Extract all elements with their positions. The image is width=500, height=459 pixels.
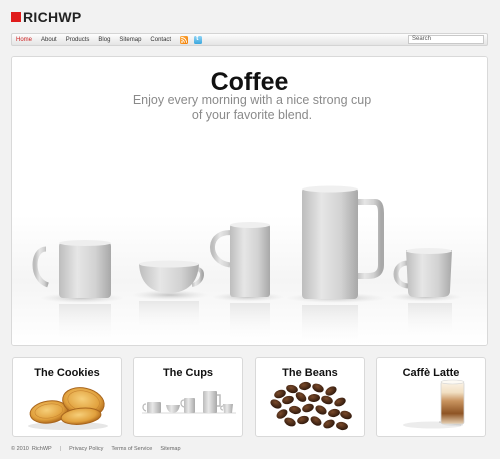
rss-icon[interactable] bbox=[180, 35, 189, 44]
cookies-image bbox=[28, 387, 108, 430]
nav-products[interactable]: Products bbox=[66, 37, 90, 43]
hero-subtitle: Enjoy every morning with a nice strong c… bbox=[102, 93, 402, 123]
hero-subtitle-line-1: Enjoy every morning with a nice strong c… bbox=[132, 93, 372, 107]
cups-image bbox=[142, 391, 236, 414]
feature-cups[interactable]: The Cups bbox=[133, 357, 243, 437]
hero-subtitle-line-2: of your favorite blend. bbox=[191, 108, 313, 122]
nav-contact[interactable]: Contact bbox=[150, 37, 171, 43]
feature-cookies[interactable]: The Cookies bbox=[12, 357, 122, 437]
hero-banner: Coffee Enjoy every morning with a nice s… bbox=[11, 56, 488, 346]
small-cup bbox=[390, 248, 462, 337]
footer-terms-link[interactable]: Terms of Service bbox=[111, 446, 152, 452]
mug-1 bbox=[32, 240, 124, 342]
logo-mark bbox=[11, 12, 21, 22]
tall-mug bbox=[210, 222, 284, 341]
logo[interactable]: RICHWP bbox=[11, 9, 82, 25]
twitter-icon[interactable]: t bbox=[194, 35, 203, 44]
footer-brand: RichWP bbox=[31, 446, 52, 452]
main-nav: Home About Products Blog Sitemap Contact… bbox=[11, 33, 488, 46]
nav-home[interactable]: Home bbox=[16, 37, 32, 43]
feature-caffe-latte[interactable]: Caffè Latte bbox=[376, 357, 486, 437]
search-input[interactable]: Search bbox=[408, 35, 484, 44]
latte-glass-image bbox=[403, 379, 465, 429]
footer-sitemap-link[interactable]: Sitemap bbox=[160, 446, 180, 452]
logo-text: RICHWP bbox=[23, 9, 82, 25]
footer-separator: | bbox=[59, 446, 62, 452]
large-stein bbox=[286, 185, 386, 345]
feature-beans[interactable]: The Beans bbox=[255, 357, 365, 437]
espresso-cup bbox=[132, 260, 208, 331]
footer-copyright: © 2010 bbox=[11, 446, 29, 452]
nav-about[interactable]: About bbox=[41, 37, 57, 43]
footer-privacy-link[interactable]: Privacy Policy bbox=[69, 446, 103, 452]
beans-image bbox=[270, 381, 352, 431]
nav-sitemap[interactable]: Sitemap bbox=[119, 37, 141, 43]
footer: © 2010 RichWP | Privacy Policy Terms of … bbox=[11, 446, 189, 452]
nav-blog[interactable]: Blog bbox=[98, 37, 110, 43]
